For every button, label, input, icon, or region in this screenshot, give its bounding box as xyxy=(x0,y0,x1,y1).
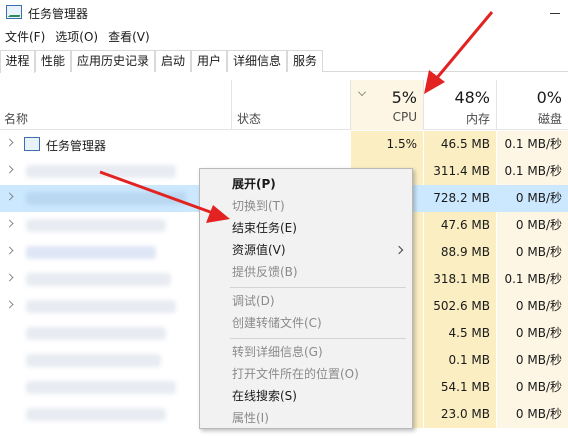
disk-cell: 0 MB/秒 xyxy=(497,239,568,266)
expand-chevron-icon[interactable] xyxy=(5,165,14,174)
menu-item-resource-values-label: 资源值(V) xyxy=(232,243,286,257)
menu-options[interactable]: 选项(O) xyxy=(50,26,103,48)
menu-item-search-online[interactable]: 在线搜索(S) xyxy=(200,385,412,407)
window-title: 任务管理器 xyxy=(28,7,89,21)
menu-view[interactable]: 查看(V) xyxy=(103,26,155,48)
expand-chevron-icon[interactable] xyxy=(5,138,14,147)
tab-details[interactable]: 详细信息 xyxy=(227,50,287,72)
column-divider[interactable] xyxy=(231,80,232,130)
cpu-percent: 5% xyxy=(391,88,417,107)
blurred-process-name xyxy=(26,273,171,286)
process-name: 任务管理器 xyxy=(46,139,107,153)
disk-percent: 0% xyxy=(536,88,562,107)
memory-cell: 88.9 MB xyxy=(424,239,496,266)
menu-item-expand[interactable]: 展开(P) xyxy=(200,173,412,195)
blurred-process-name xyxy=(26,300,176,313)
blurred-process-name xyxy=(26,192,186,205)
context-menu: 展开(P) 切换到(T) 结束任务(E) 资源值(V) 提供反馈(B) 调试(D… xyxy=(199,168,413,429)
blurred-process-name xyxy=(26,165,176,178)
blurred-process-name xyxy=(26,327,166,340)
menu-item-resource-values[interactable]: 资源值(V) xyxy=(200,239,412,261)
task-manager-icon xyxy=(24,137,40,151)
blurred-process-name xyxy=(26,354,161,367)
menu-item-create-dump[interactable]: 创建转储文件(C) xyxy=(200,312,412,334)
memory-cell: 318.1 MB xyxy=(424,266,496,293)
column-name[interactable]: 名称 xyxy=(4,110,28,127)
menu-item-go-to-details[interactable]: 转到详细信息(G) xyxy=(200,341,412,363)
menu-item-feedback[interactable]: 提供反馈(B) xyxy=(200,261,412,283)
menu-separator xyxy=(230,287,406,288)
disk-cell: 0 MB/秒 xyxy=(497,374,568,401)
memory-cell: 311.4 MB xyxy=(424,158,496,185)
memory-cell: 46.5 MB xyxy=(424,131,496,158)
expand-chevron-icon[interactable] xyxy=(5,300,14,309)
disk-cell: 0.1 MB/秒 xyxy=(497,158,568,185)
expand-chevron-icon[interactable] xyxy=(5,273,14,282)
menu-item-switch-to[interactable]: 切换到(T) xyxy=(200,195,412,217)
blurred-process-name xyxy=(26,381,176,394)
menu-item-end-task[interactable]: 结束任务(E) xyxy=(200,217,412,239)
menu-separator xyxy=(230,338,406,339)
memory-cell: 728.2 MB xyxy=(424,185,496,212)
menu-item-debug[interactable]: 调试(D) xyxy=(200,290,412,312)
menu-bar: 文件(F) 选项(O) 查看(V) xyxy=(0,26,155,48)
memory-cell: 47.6 MB xyxy=(424,212,496,239)
tab-strip: 进程 性能 应用历史记录 启动 用户 详细信息 服务 xyxy=(0,50,568,73)
menu-file[interactable]: 文件(F) xyxy=(0,26,50,48)
blurred-process-name xyxy=(26,408,166,421)
column-cpu[interactable]: CPU xyxy=(351,110,417,124)
disk-cell: 0 MB/秒 xyxy=(497,293,568,320)
menu-item-properties[interactable]: 属性(I) xyxy=(200,407,412,429)
task-manager-app-icon xyxy=(6,5,22,19)
tab-performance[interactable]: 性能 xyxy=(35,50,71,72)
column-header: 名称 状态 5% CPU 48% 内存 0% 磁盘 xyxy=(0,80,568,130)
submenu-arrow-icon xyxy=(394,245,404,255)
column-disk[interactable]: 磁盘 xyxy=(497,110,562,127)
memory-cell: 0.1 MB xyxy=(424,347,496,374)
disk-cell: 0.1 MB/秒 xyxy=(497,131,568,158)
memory-percent: 48% xyxy=(454,88,490,107)
title-bar: 任务管理器 xyxy=(0,0,568,26)
memory-cell: 54.1 MB xyxy=(424,374,496,401)
disk-cell: 0 MB/秒 xyxy=(497,212,568,239)
table-row[interactable]: 任务管理器 1.5% 46.5 MB 0.1 MB/秒 xyxy=(0,131,568,158)
disk-cell: 0 MB/秒 xyxy=(497,347,568,374)
tab-processes[interactable]: 进程 xyxy=(0,50,35,73)
disk-cell: 0 MB/秒 xyxy=(497,185,568,212)
expand-chevron-icon[interactable] xyxy=(5,192,14,201)
blurred-process-name xyxy=(26,246,156,259)
disk-cell: 0 MB/秒 xyxy=(497,320,568,347)
minimize-button[interactable] xyxy=(546,6,564,20)
cpu-cell: 1.5% xyxy=(351,131,423,158)
blurred-process-name xyxy=(26,219,166,232)
expand-chevron-icon[interactable] xyxy=(5,219,14,228)
expand-chevron-icon[interactable] xyxy=(5,246,14,255)
tab-users[interactable]: 用户 xyxy=(191,50,227,72)
tab-app-history[interactable]: 应用历史记录 xyxy=(71,50,155,72)
disk-cell: 0 MB/秒 xyxy=(497,401,568,428)
disk-cell: 0.1 MB/秒 xyxy=(497,266,568,293)
memory-cell: 502.6 MB xyxy=(424,293,496,320)
tab-startup[interactable]: 启动 xyxy=(155,50,191,72)
memory-cell: 4.5 MB xyxy=(424,320,496,347)
column-status[interactable]: 状态 xyxy=(237,110,261,127)
memory-cell: 23.0 MB xyxy=(424,401,496,428)
column-memory[interactable]: 内存 xyxy=(424,110,490,127)
tab-services[interactable]: 服务 xyxy=(287,50,323,72)
menu-item-open-file-location[interactable]: 打开文件所在的位置(O) xyxy=(200,363,412,385)
